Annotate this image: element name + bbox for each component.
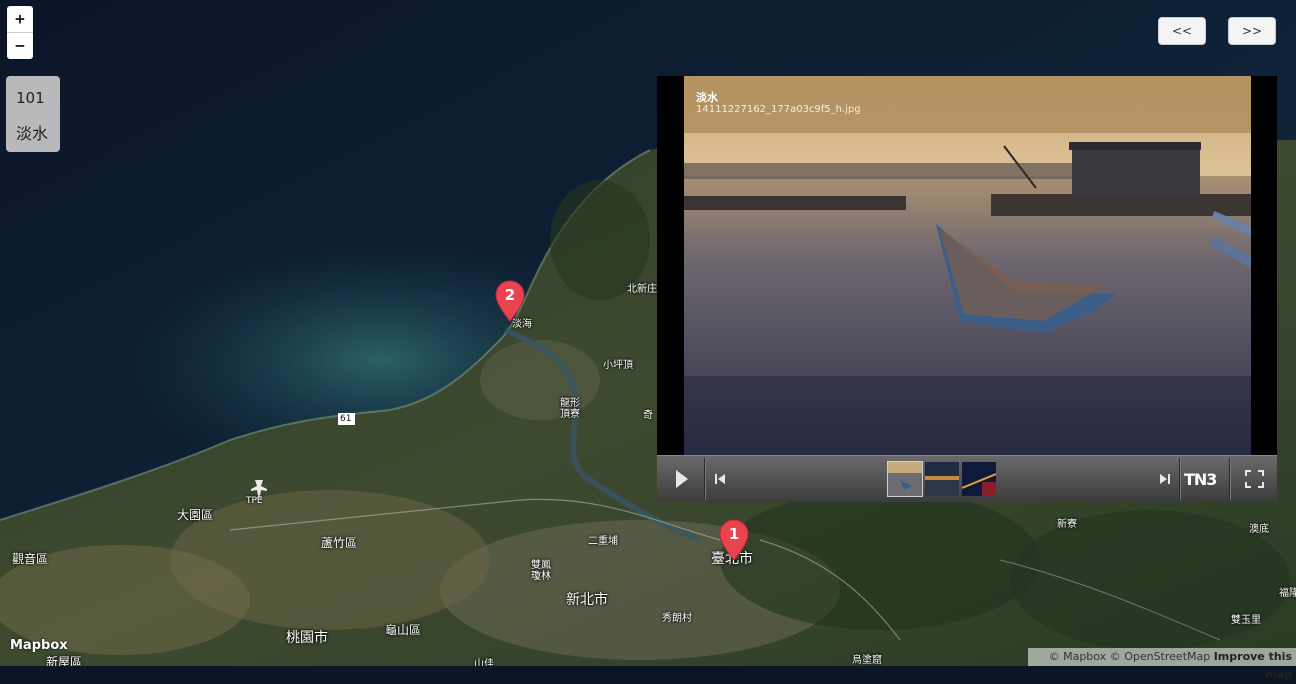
place-label-xinwu: 新屋區 — [46, 655, 83, 666]
photo-filename: 14111227162_177a03c9f5_h.jpg — [696, 104, 861, 115]
place-label-shuangfeng: 雙鳳 瓊林 — [531, 560, 551, 582]
marker-label: 1 — [728, 525, 740, 543]
thumb-sunset-river — [925, 462, 959, 496]
next-button[interactable]: >> — [1228, 17, 1276, 45]
fullscreen-button[interactable] — [1232, 456, 1277, 502]
play-button[interactable] — [657, 456, 704, 502]
place-label-fulong: 福隆 — [1279, 588, 1296, 599]
location-name: 淡水 — [16, 124, 49, 143]
fullscreen-icon — [1245, 470, 1264, 488]
place-label-tpe: TPE — [246, 496, 263, 506]
place-label-newtaipei: 新北市 — [566, 592, 608, 608]
previous-image-button[interactable] — [706, 456, 734, 502]
skip-next-icon — [1160, 474, 1170, 484]
photo-caption: 淡水 14111227162_177a03c9f5_h.jpg — [684, 76, 1251, 133]
place-label-guanyin: 觀音區 — [12, 552, 49, 566]
map-attribution: © Mapbox © OpenStreetMap Improve this ma… — [1028, 648, 1296, 681]
osm-copyright-link[interactable]: © OpenStreetMap — [1110, 650, 1211, 663]
gallery-controls: TN3 — [657, 455, 1277, 502]
place-label-xiuping: 秀朗村 — [662, 613, 692, 624]
tn3-logo: TN3 — [1184, 470, 1217, 489]
mapbox-copyright-link[interactable]: © Mapbox — [1049, 650, 1107, 663]
place-label-xiaopingding: 小坪頂 — [603, 360, 633, 371]
place-label-aodi: 澳底 — [1249, 524, 1269, 535]
place-label-wulai: 烏塗窟 — [852, 655, 882, 666]
marker-label: 2 — [504, 286, 516, 304]
thumbnail-3[interactable] — [962, 462, 996, 496]
skip-previous-icon — [715, 474, 725, 484]
place-label-dayuan: 大園區 — [177, 508, 214, 522]
place-label-luzhu: 蘆竹區 — [321, 536, 358, 550]
place-label-shanjiao: 山佳 — [474, 659, 494, 666]
place-label-qi: 奇 — [643, 410, 653, 421]
location-info-box: 101 淡水 — [6, 76, 60, 152]
photo-title: 淡水 — [696, 91, 718, 104]
thumbnail-2[interactable] — [925, 462, 959, 496]
photo-gallery: 淡水 14111227162_177a03c9f5_h.jpg TN3 — [657, 76, 1277, 502]
zoom-in-button[interactable]: + — [7, 6, 33, 32]
zoom-out-button[interactable]: − — [7, 32, 33, 59]
map-marker-2[interactable]: 2 — [495, 280, 525, 322]
thumb-night-bridge — [962, 462, 996, 496]
play-icon — [676, 470, 688, 488]
next-image-button[interactable] — [1151, 456, 1179, 502]
location-number: 101 — [16, 89, 45, 107]
place-label-guishan: 龜山區 — [385, 623, 422, 637]
gallery-photo[interactable]: 淡水 14111227162_177a03c9f5_h.jpg — [684, 76, 1251, 455]
zoom-control: + − — [7, 6, 33, 59]
map-marker-1[interactable]: 1 — [719, 519, 749, 561]
thumbnail-1[interactable] — [887, 461, 923, 497]
place-label-beizhuang: 北新庄 — [627, 284, 657, 295]
place-label-shuangyuli: 雙玉里 — [1231, 615, 1261, 626]
mapbox-logo[interactable]: Mapbox — [10, 638, 68, 653]
place-label-xinliao: 新寮 — [1057, 519, 1077, 530]
place-label-longxing: 龍形 頂寮 — [560, 398, 580, 420]
previous-button[interactable]: << — [1158, 17, 1206, 45]
place-label-erchongpu: 二重埔 — [588, 536, 618, 547]
thumb-boat-harbor — [888, 462, 922, 496]
route-61-shield: 61 — [340, 414, 352, 424]
place-label-taoyuan: 桃園市 — [286, 630, 328, 646]
